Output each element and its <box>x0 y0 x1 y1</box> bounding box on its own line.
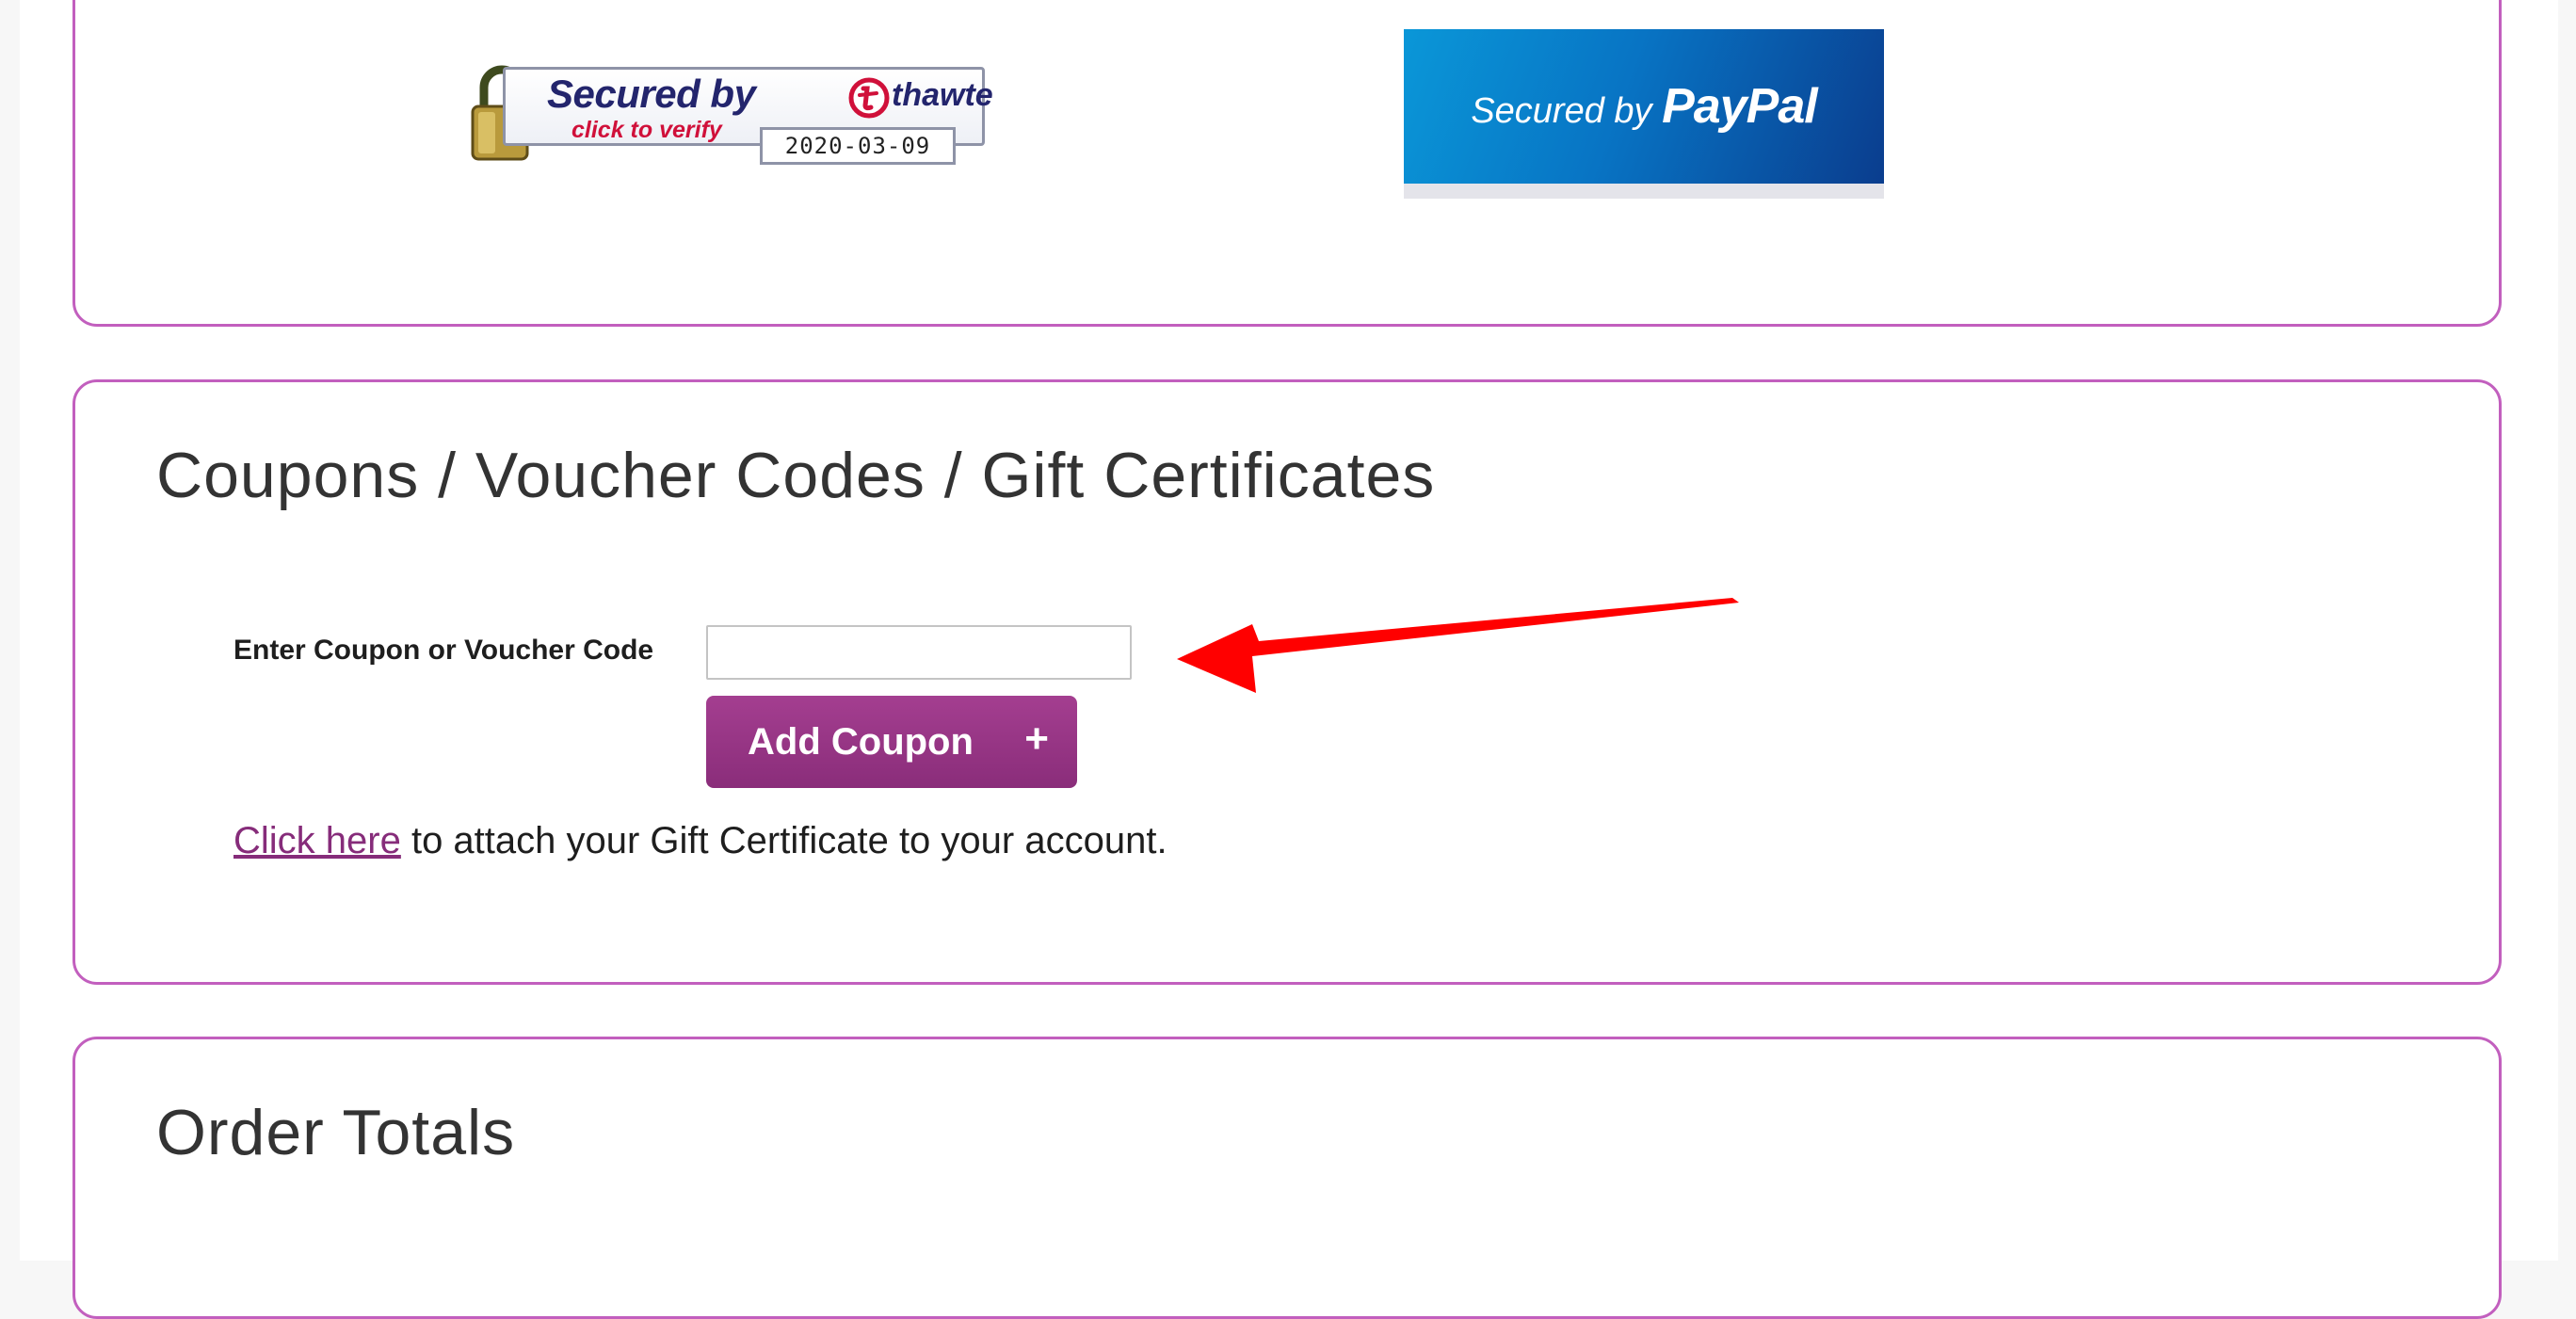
thawte-brand-name: thawte <box>892 77 993 113</box>
paypal-badge-background: Secured by PayPal <box>1404 29 1884 184</box>
add-coupon-button[interactable]: Add Coupon + <box>706 696 1077 788</box>
plus-icon: + <box>1024 716 1049 762</box>
order-totals-panel: Order Totals <box>72 1037 2502 1319</box>
gift-certificate-link[interactable]: Click here <box>233 820 401 861</box>
add-coupon-button-label: Add Coupon <box>748 720 974 763</box>
annotation-arrow-icon <box>1177 598 1739 693</box>
security-badges-panel: Secured by thawte click to verify 2020-0… <box>72 0 2502 327</box>
coupon-code-input[interactable] <box>706 625 1132 680</box>
gift-certificate-line: Click here to attach your Gift Certifica… <box>233 820 1167 862</box>
coupons-title: Coupons / Voucher Codes / Gift Certifica… <box>156 440 1436 511</box>
paypal-secured-label: Secured by <box>1471 91 1663 131</box>
coupon-code-label: Enter Coupon or Voucher Code <box>233 635 654 666</box>
paypal-badge-text: Secured by PayPal <box>1404 78 1884 135</box>
gift-certificate-text: to attach your Gift Certificate to your … <box>400 820 1167 861</box>
thawte-date: 2020-03-09 <box>760 127 956 165</box>
thawte-secured-label: Secured by <box>547 72 756 116</box>
order-totals-title: Order Totals <box>156 1097 516 1168</box>
thawte-seal[interactable]: Secured by thawte click to verify 2020-0… <box>471 65 993 170</box>
paypal-secured-badge: Secured by PayPal <box>1404 29 1884 199</box>
paypal-logo-text: PayPal <box>1662 79 1818 134</box>
thawte-verify-link[interactable]: click to verify <box>572 117 722 144</box>
thawte-logo-icon <box>848 77 890 119</box>
